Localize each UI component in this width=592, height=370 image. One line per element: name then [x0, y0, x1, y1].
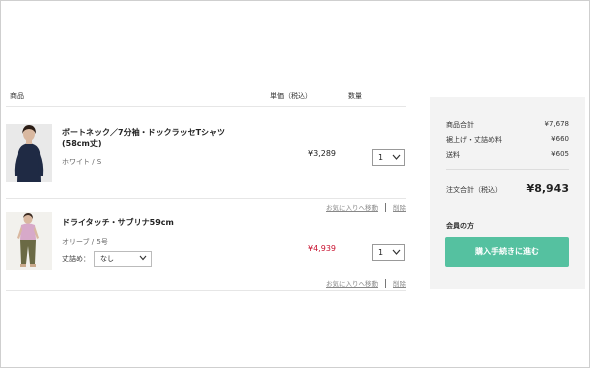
summary-alteration-row: 裾上げ・丈詰め料 ¥660 — [446, 135, 569, 145]
hem-adjust-select[interactable]: なし — [94, 251, 152, 267]
order-summary: 商品合計 ¥7,678 裾上げ・丈詰め料 ¥660 送料 ¥605 注文合計（税… — [430, 97, 585, 289]
shipping-value: ¥605 — [551, 150, 569, 158]
shipping-label: 送料 — [446, 151, 460, 159]
alteration-value: ¥660 — [551, 135, 569, 143]
header-price: 単価（税込） — [270, 92, 312, 100]
chevron-down-icon — [392, 154, 401, 160]
product-price: ¥3,289 — [308, 149, 336, 158]
item-actions: お気に入りへ移動 削除 — [326, 278, 406, 288]
cart-item: ドライタッチ・サブリナ59cm オリーブ / 5号 丈詰め： なし ¥4,939… — [6, 199, 406, 291]
quantity-value: 1 — [378, 248, 384, 257]
subtotal-label: 商品合計 — [446, 121, 474, 129]
product-variant: ホワイト / S — [62, 158, 102, 166]
cart-list: 商品 単価（税込） 数量 ボートネック／7分袖・ドックラッセTシャツ(58cm丈… — [6, 86, 406, 291]
product-image[interactable] — [6, 124, 52, 182]
total-value: ¥8,943 — [526, 182, 569, 195]
quantity-select[interactable]: 1 — [372, 244, 405, 261]
hem-adjust-value: なし — [100, 255, 114, 263]
cart-header: 商品 単価（税込） 数量 — [6, 86, 406, 107]
divider — [385, 278, 386, 288]
summary-divider — [446, 169, 569, 170]
product-price: ¥4,939 — [308, 244, 336, 253]
product-variant: オリーブ / 5号 — [62, 238, 108, 246]
cart-item: ボートネック／7分袖・ドックラッセTシャツ(58cm丈) ホワイト / S ¥3… — [6, 107, 406, 212]
chevron-down-icon — [139, 255, 147, 261]
subtotal-value: ¥7,678 — [544, 120, 570, 128]
summary-shipping-row: 送料 ¥605 — [446, 150, 569, 160]
quantity-value: 1 — [378, 153, 384, 162]
delete-link[interactable]: 削除 — [393, 278, 406, 288]
alteration-label: 裾上げ・丈詰め料 — [446, 136, 502, 144]
hem-adjust-row: 丈詰め： なし — [62, 250, 152, 268]
total-label: 注文合計（税込） — [446, 186, 502, 194]
quantity-select[interactable]: 1 — [372, 149, 405, 166]
move-to-favorites-link[interactable]: お気に入りへ移動 — [326, 278, 378, 288]
hem-adjust-label: 丈詰め： — [62, 255, 90, 263]
product-image[interactable] — [6, 212, 52, 270]
chevron-down-icon — [392, 249, 401, 255]
product-name[interactable]: ボートネック／7分袖・ドックラッセTシャツ(58cm丈) — [62, 127, 252, 149]
header-product: 商品 — [10, 92, 24, 100]
summary-total-row: 注文合計（税込） ¥8,943 — [446, 182, 569, 195]
summary-subtotal-row: 商品合計 ¥7,678 — [446, 120, 569, 130]
checkout-button[interactable]: 購入手続きに進む — [445, 237, 569, 267]
member-label: 会員の方 — [446, 222, 474, 230]
header-quantity: 数量 — [348, 92, 362, 100]
product-name[interactable]: ドライタッチ・サブリナ59cm — [62, 217, 252, 228]
